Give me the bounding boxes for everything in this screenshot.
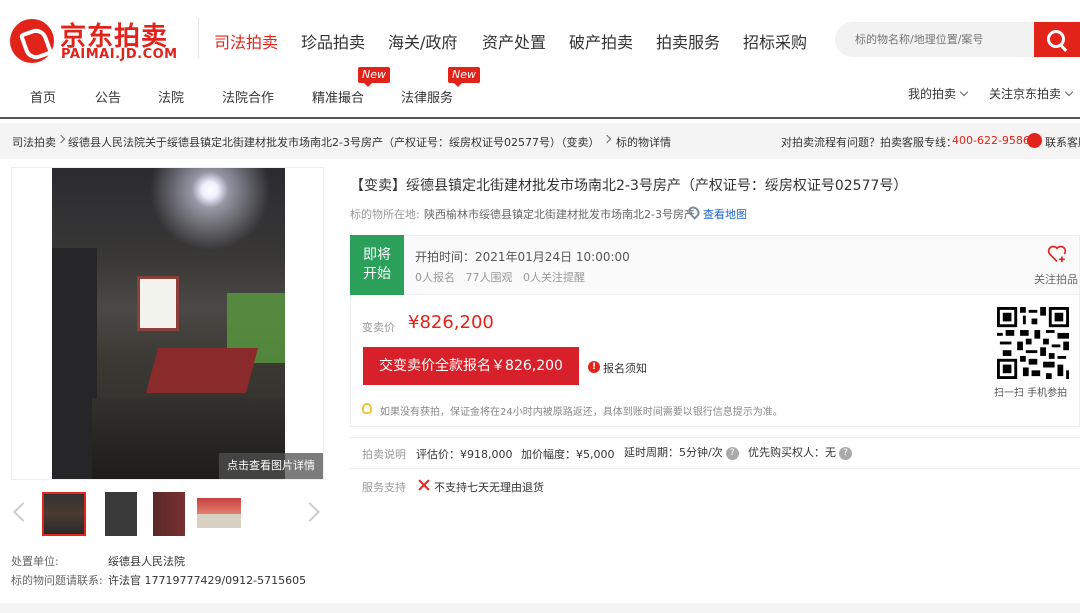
- gallery-thumbnail[interactable]: [42, 492, 86, 536]
- status-badge: 即将 开始: [350, 235, 404, 295]
- chevron-right-icon: [56, 134, 66, 144]
- no-return-policy: 不支持七天无理由退货: [434, 481, 544, 494]
- disposal-unit-label: 处置单位:: [11, 555, 59, 568]
- help-icon[interactable]: ?: [725, 446, 739, 460]
- chevron-down-icon: [1064, 87, 1074, 97]
- auction-stats: 0人报名 77人围观 0人关注提醒: [415, 271, 585, 284]
- header-divider: [198, 18, 199, 58]
- topnav-judicial-auction[interactable]: 司法拍卖: [214, 29, 278, 53]
- bid-increment: 加价幅度：¥5,000: [521, 448, 615, 461]
- topnav-customs-government[interactable]: 海关/政府: [388, 29, 457, 53]
- qr-code: [997, 307, 1069, 379]
- price-label: 变卖价: [362, 321, 395, 334]
- status-panel: [350, 235, 1080, 295]
- search-bar: [835, 22, 1080, 57]
- breadcrumb-current: 标的物详情: [616, 136, 671, 149]
- photo-detail: [137, 276, 179, 331]
- follow-item-button[interactable]: 关注拍品: [1034, 271, 1078, 287]
- photo-detail: [145, 348, 259, 393]
- hotline-number[interactable]: 400-622-9586: [952, 134, 1030, 147]
- lightbulb-icon: [362, 403, 372, 414]
- location-label: 标的物所在地:: [350, 208, 420, 221]
- search-button[interactable]: [1034, 22, 1080, 57]
- topnav-asset-disposal[interactable]: 资产处置: [482, 29, 546, 53]
- view-map-link[interactable]: 查看地图: [703, 206, 747, 222]
- delay-period: 延时周期：5分钟/次?: [624, 444, 739, 460]
- divider: [350, 468, 1080, 469]
- header-bottom-border: [0, 117, 1080, 119]
- contact-label: 标的物问题请联系:: [11, 574, 103, 587]
- chevron-down-icon: [959, 87, 969, 97]
- location-value: 陕西榆林市绥德县镇定北街建材批发市场南北2-3号房产: [424, 208, 695, 221]
- subnav-legal-service[interactable]: 法律服务: [401, 87, 453, 106]
- breadcrumb-root[interactable]: 司法拍卖: [12, 134, 56, 150]
- contact-value: 许法官 17719777429/0912-5715605: [108, 574, 307, 587]
- registration-notice-link[interactable]: 报名须知: [603, 360, 647, 376]
- customer-service-icon[interactable]: [1027, 133, 1042, 148]
- brand-logo[interactable]: 京东拍卖 PAIMAI.JD.COM: [10, 16, 186, 66]
- terms-label: 拍卖说明: [362, 448, 406, 461]
- room-photo: [52, 168, 285, 479]
- help-question: 对拍卖流程有问题？拍卖客服专线：: [781, 136, 957, 149]
- priority-buyer: 优先购买权人：无?: [748, 444, 852, 460]
- gallery-thumbnail[interactable]: [99, 492, 143, 536]
- photo-detail: [52, 248, 97, 478]
- main-photo[interactable]: 点击查看图片详情: [11, 167, 324, 480]
- my-auction-menu[interactable]: 我的拍卖: [908, 85, 969, 102]
- topnav-treasure-auction[interactable]: 珍品拍卖: [301, 29, 365, 53]
- subnav-precise-matching[interactable]: 精准撮合: [312, 87, 364, 106]
- contact-service-link[interactable]: 联系客服: [1045, 134, 1080, 150]
- gallery-thumbnail[interactable]: [197, 492, 241, 536]
- search-input[interactable]: [835, 22, 1035, 57]
- gallery-next-icon[interactable]: [300, 502, 320, 522]
- start-time: 开拍时间：2021年01月24日 10:00:00: [415, 250, 630, 264]
- new-badge: New: [448, 67, 480, 87]
- view-photo-detail-button[interactable]: 点击查看图片详情: [219, 453, 323, 479]
- disposal-unit-value: 绥德县人民法院: [108, 555, 185, 568]
- estimate-price: 评估价：¥918,000: [416, 448, 513, 461]
- gallery-prev-icon[interactable]: [13, 502, 33, 522]
- item-title: 【变卖】绥德县镇定北街建材批发市场南北2-3号房产（产权证号：绥房权证号0257…: [350, 178, 908, 194]
- brand-name-en: PAIMAI.JD.COM: [61, 47, 178, 62]
- breadcrumb: 司法拍卖 绥德县人民法院关于绥德县镇定北街建材批发市场南北2-3号房产（产权证号…: [0, 123, 1080, 159]
- new-badge: New: [358, 67, 390, 87]
- status-line-1: 即将: [363, 247, 391, 263]
- service-label: 服务支持: [362, 481, 406, 494]
- subnav-court-cooperation[interactable]: 法院合作: [222, 87, 274, 106]
- heart-plus-icon[interactable]: [1047, 245, 1067, 263]
- gallery-thumbnail[interactable]: [150, 492, 194, 536]
- delay-period-text: 延时周期：5分钟/次: [624, 446, 723, 459]
- chevron-right-icon: [602, 134, 612, 144]
- close-icon: [418, 479, 430, 491]
- topnav-tender-procurement[interactable]: 招标采购: [743, 29, 807, 53]
- divider: [350, 437, 1080, 438]
- priority-buyer-text: 优先购买权人：无: [748, 446, 836, 459]
- jd-logo-icon: [10, 19, 54, 63]
- follow-jd-auction-menu[interactable]: 关注京东拍卖: [989, 85, 1074, 102]
- help-icon[interactable]: ?: [839, 446, 852, 460]
- subnav-announcement[interactable]: 公告: [95, 87, 121, 106]
- subnav-court[interactable]: 法院: [158, 87, 184, 106]
- breadcrumb-item[interactable]: 绥德县人民法院关于绥德县镇定北街建材批发市场南北2-3号房产（产权证号：绥房权证…: [68, 134, 596, 150]
- footer-band: [0, 603, 1080, 613]
- topnav-bankruptcy-auction[interactable]: 破产拍卖: [569, 29, 633, 53]
- follow-label: 关注京东拍卖: [989, 87, 1062, 101]
- topnav-auction-service[interactable]: 拍卖服务: [656, 29, 720, 53]
- price-value: ¥826,200: [408, 312, 494, 333]
- subnav-home[interactable]: 首页: [30, 87, 56, 106]
- qr-label: 扫一扫 手机参拍: [994, 388, 1068, 399]
- deposit-refund-tip: 如果没有获拍，保证金将在24小时内被原路返还，具体到账时间需要以银行信息提示为准…: [380, 407, 783, 418]
- apply-full-payment-button[interactable]: 交变卖价全款报名￥826,200: [363, 347, 579, 385]
- my-auction-label: 我的拍卖: [908, 87, 957, 101]
- alert-icon: !: [588, 361, 600, 373]
- status-line-2: 开始: [363, 266, 391, 282]
